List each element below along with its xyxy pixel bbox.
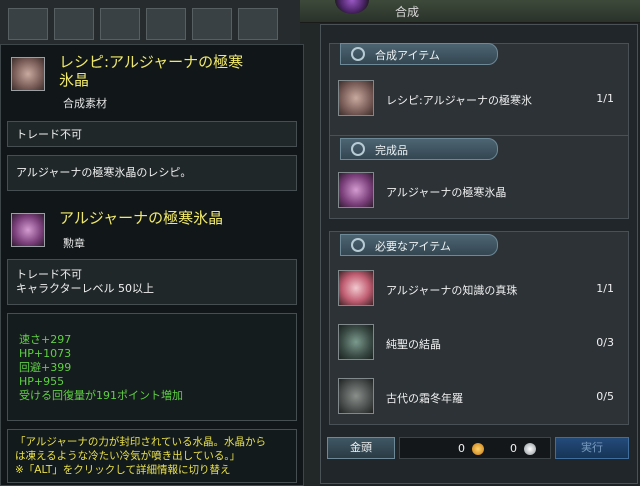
inventory-slot[interactable] bbox=[100, 8, 140, 40]
inventory-slot[interactable] bbox=[192, 8, 232, 40]
craft-item-row[interactable]: レシピ:アルジャーナの極寒氷 1/1 bbox=[330, 76, 628, 122]
craft-window: 合成アイテム レシピ:アルジャーナの極寒氷 1/1 完成品 アルジャーナの極寒氷… bbox=[320, 24, 638, 484]
craft-item-panel: 合成アイテム レシピ:アルジャーナの極寒氷 1/1 bbox=[329, 43, 629, 139]
craft-execute-button[interactable]: 実行 bbox=[555, 437, 629, 459]
silver-value: 0 bbox=[510, 442, 517, 455]
stat-line: HP+955 bbox=[19, 375, 65, 388]
ice-crystal-icon bbox=[11, 213, 45, 247]
recipe-scroll-icon[interactable] bbox=[338, 80, 374, 116]
trade-status: トレード不可 bbox=[16, 128, 82, 141]
trade-box: トレード不可 bbox=[7, 121, 297, 147]
ring-icon bbox=[351, 238, 365, 252]
material-row[interactable]: アルジャーナの知識の真珠 1/1 bbox=[330, 266, 628, 312]
stat-line: 受ける回復量が191ポイント増加 bbox=[19, 389, 183, 402]
item-description: アルジャーナの極寒氷晶のレシピ。 bbox=[16, 166, 192, 179]
craft-item-name: レシピ:アルジャーナの極寒氷 bbox=[386, 94, 533, 107]
section-tab-result: 完成品 bbox=[340, 138, 498, 160]
inventory-slot[interactable] bbox=[8, 8, 48, 40]
material-qty: 0/5 bbox=[596, 390, 614, 403]
section-label: 必要なアイテム bbox=[375, 240, 451, 253]
link-icon bbox=[351, 47, 365, 61]
inventory-slot[interactable] bbox=[54, 8, 94, 40]
inventory-slot[interactable] bbox=[238, 8, 278, 40]
material-qty: 0/3 bbox=[596, 336, 614, 349]
section-label: 完成品 bbox=[375, 144, 408, 157]
recipe-scroll-icon bbox=[11, 57, 45, 91]
product-category: 勲章 bbox=[63, 237, 85, 250]
result-row[interactable]: アルジャーナの極寒氷晶 bbox=[330, 168, 628, 214]
item-name-line2: 氷晶 bbox=[59, 71, 90, 89]
alt-hint: ※「ALT」をクリックして詳細情報に切り替え bbox=[15, 464, 231, 476]
section-tab-craft-item: 合成アイテム bbox=[340, 43, 498, 65]
stat-line: HP+1073 bbox=[19, 347, 72, 360]
silver-coin-icon bbox=[524, 443, 536, 455]
window-title: 合成 bbox=[395, 5, 420, 19]
section-label: 合成アイテム bbox=[375, 49, 440, 62]
stat-line: 速さ+297 bbox=[19, 333, 72, 346]
description-box: アルジャーナの極寒氷晶のレシピ。 bbox=[7, 155, 297, 191]
lore-line: 「アルジャーナの力が封印されている水晶。水晶から bbox=[15, 436, 267, 448]
product-trade-status: トレード不可 bbox=[16, 268, 82, 281]
craft-item-qty: 1/1 bbox=[596, 92, 614, 105]
shell-icon[interactable] bbox=[338, 378, 374, 414]
item-name-line1: レシピ:アルジャーナの極寒 bbox=[59, 53, 244, 71]
item-tooltip: レシピ:アルジャーナの極寒 氷晶 合成素材 トレード不可 アルジャーナの極寒氷晶… bbox=[0, 44, 304, 486]
result-panel: 完成品 アルジャーナの極寒氷晶 bbox=[329, 135, 629, 219]
gold-button[interactable]: 金頭 bbox=[327, 437, 395, 459]
gold-coin-icon bbox=[472, 443, 484, 455]
craft-footer: 金頭 0 0 実行 bbox=[323, 435, 635, 461]
ice-crystal-icon[interactable] bbox=[338, 172, 374, 208]
stat-line: 回避+399 bbox=[19, 361, 72, 374]
pearl-icon[interactable] bbox=[338, 270, 374, 306]
material-name: アルジャーナの知識の真珠 bbox=[386, 284, 518, 297]
material-qty: 1/1 bbox=[596, 282, 614, 295]
materials-panel: 必要なアイテム アルジャーナの知識の真珠 1/1 純聖の結晶 0/3 古代の霜冬… bbox=[329, 231, 629, 425]
material-name: 古代の霜冬年羅 bbox=[386, 392, 463, 405]
level-requirement: キャラクターレベル 50以上 bbox=[16, 282, 155, 295]
product-name: アルジャーナの極寒氷晶 bbox=[59, 209, 224, 227]
inventory-slot[interactable] bbox=[146, 8, 186, 40]
stack-icon bbox=[351, 142, 365, 156]
currency-display: 0 0 bbox=[399, 437, 551, 459]
requirements-box: トレード不可 キャラクターレベル 50以上 bbox=[7, 259, 297, 305]
lore-line: は凍えるような冷たい冷気が噴き出している。」 bbox=[15, 450, 241, 462]
material-row[interactable]: 純聖の結晶 0/3 bbox=[330, 320, 628, 366]
item-category: 合成素材 bbox=[63, 97, 107, 110]
section-tab-materials: 必要なアイテム bbox=[340, 234, 498, 256]
result-name: アルジャーナの極寒氷晶 bbox=[386, 186, 507, 199]
gold-value: 0 bbox=[458, 442, 465, 455]
material-row[interactable]: 古代の霜冬年羅 0/5 bbox=[330, 374, 628, 420]
material-name: 純聖の結晶 bbox=[386, 338, 441, 351]
crystal-gem-icon[interactable] bbox=[338, 324, 374, 360]
